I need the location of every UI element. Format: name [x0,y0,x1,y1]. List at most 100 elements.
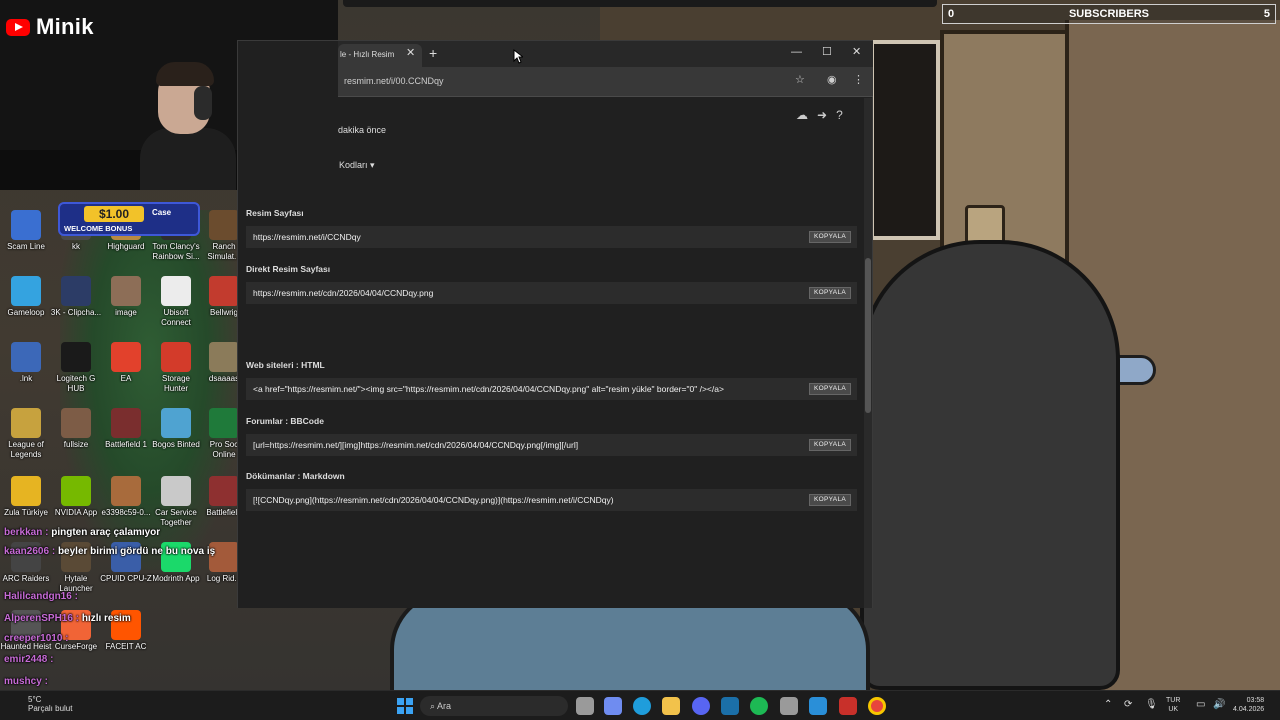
help-icon[interactable]: ? [836,108,843,122]
address-url[interactable]: resmim.net/i/00.CCNDqy [344,76,444,86]
spotify-icon[interactable] [750,697,768,715]
desktop-icon-label: Bellwrig [209,308,238,317]
profile-icon[interactable]: ◉ [827,74,837,86]
app-icon [11,408,41,438]
tab-hizli-resim[interactable]: le - Hızlı Resim ✕ [338,44,422,67]
desktop-icon-label: Pro Soc Online [209,440,239,459]
code-field[interactable]: <a href="https://resmim.net/"><img src="… [246,378,857,400]
desktop-icon[interactable]: Scam Line [0,210,52,252]
desktop-icon[interactable]: Bogos Binted [150,408,202,450]
code-field[interactable]: https://resmim.net/i/CCNDqy KOPYALA [246,226,857,248]
new-tab-button[interactable]: + [429,46,437,60]
file-explorer-icon[interactable] [662,697,680,715]
task-view-icon[interactable] [576,697,594,715]
codes-dropdown[interactable]: Kodları ▾ [339,160,375,171]
volume-icon[interactable]: 🔊 [1213,699,1225,711]
desktop-icon[interactable]: e3398c59-0... [100,476,152,518]
desktop-icon-label: EA [120,374,132,383]
chat-username: Halilcandgn16 : [4,591,78,602]
tray-app-icon[interactable]: ⟳ [1124,699,1132,711]
copy-button[interactable]: KOPYALA [809,439,851,451]
app-icon [209,276,239,306]
app-icon [161,276,191,306]
bonus-amount: $1.00 [84,206,144,222]
desktop-icon-label: 3K - Clipcha... [50,308,102,317]
app-red-icon[interactable] [839,697,857,715]
discord-icon[interactable] [692,697,710,715]
copy-button[interactable]: KOPYALA [809,383,851,395]
desktop-icon[interactable]: image [100,276,152,318]
address-bar[interactable]: resmim.net/i/00.CCNDqy ☆ ◉ ⋮ [338,67,873,97]
desktop-icon-label: Logitech G HUB [56,374,96,393]
bookmark-star-icon[interactable]: ☆ [795,74,805,86]
desktop-icon[interactable]: Car Service Together [150,476,202,528]
copy-button[interactable]: KOPYALA [809,231,851,243]
desktop-icon[interactable]: League of Legends [0,408,52,460]
desktop-icon[interactable]: Logitech G HUB [50,342,102,394]
welcome-bonus-ad[interactable]: $1.00 WELCOME BONUS Case [58,202,200,236]
bonus-brand: Case [152,208,172,217]
copilot-icon[interactable] [604,697,622,715]
code-field-value[interactable]: [![CCNDqy.png](https://resmim.net/cdn/20… [253,495,614,505]
desktop-icon[interactable]: .lnk [0,342,52,384]
app-icon [11,342,41,372]
copy-button[interactable]: KOPYALA [809,494,851,506]
app-icon [161,476,191,506]
desktop-icon[interactable]: EA [100,342,152,384]
page-scrollbar[interactable] [864,98,872,608]
desktop-icon-label: Zula Türkiye [4,508,48,517]
desktop-icon-label: NVIDIA App [54,508,98,517]
desktop-icon[interactable]: Storage Hunter [150,342,202,394]
code-field[interactable]: https://resmim.net/cdn/2026/04/04/CCNDqy… [246,282,857,304]
close-icon[interactable]: ✕ [852,46,861,58]
section-label: Dökümanlar : Markdown [246,471,345,481]
desktop-icon-label: fullsize [63,440,89,449]
store-icon[interactable] [809,697,827,715]
tab-close-icon[interactable]: ✕ [406,48,415,59]
maximize-icon[interactable]: ☐ [822,46,832,58]
app-icon [111,276,141,306]
weather-widget[interactable]: 5°C Parçalı bulut [28,695,72,713]
desktop-icon-label: Ubisoft Connect [161,308,191,327]
wallpaper-poster [870,40,940,240]
taskbar-search[interactable]: ⌕ Ara [420,696,568,716]
system-clock[interactable]: 03:58 4.04.2026 [1233,696,1264,714]
cloud-upload-icon[interactable]: ☁ [796,108,808,122]
chat-text: pingten araç çalamıyor [51,527,161,538]
desktop-icon-label: image [115,308,137,317]
desktop-icon[interactable]: Gameloop [0,276,52,318]
chat-username: AlperenSPH16 : [4,613,80,624]
desktop-icon[interactable]: NVIDIA App [50,476,102,518]
desktop-icon-label: Modrinth App [152,574,200,583]
desktop-icon[interactable]: fullsize [50,408,102,450]
language-indicator[interactable]: TUR UK [1166,696,1180,714]
desktop-icon[interactable]: Zula Türkiye [0,476,52,518]
tray-expand-icon[interactable]: ⌃ [1104,699,1112,711]
chat-message: berkkan : pingten araç çalamıyor [4,527,160,538]
edge-icon[interactable] [633,697,651,715]
microphone-icon[interactable]: 🎙 [1145,699,1158,711]
chat-username: emir2448 : [4,654,54,665]
chrome-icon[interactable] [868,697,886,715]
code-field-value[interactable]: <a href="https://resmim.net/"><img src="… [253,384,724,394]
code-field-value[interactable]: https://resmim.net/i/CCNDqy [253,232,361,242]
copy-button[interactable]: KOPYALA [809,287,851,299]
desktop-icon[interactable]: Ubisoft Connect [150,276,202,328]
minimize-icon[interactable]: — [791,46,802,58]
code-field[interactable]: [url=https://resmim.net/][img]https://re… [246,434,857,456]
desktop-icon-label: FACEIT AC [105,642,147,651]
desktop-icon[interactable]: 3K - Clipcha... [50,276,102,318]
code-field-value[interactable]: https://resmim.net/cdn/2026/04/04/CCNDqy… [253,288,433,298]
settings-icon[interactable] [780,697,798,715]
browser-window: le - Hızlı Resim ✕ + — ☐ ✕ resmim.net/i/… [237,40,873,608]
browser-menu-icon[interactable]: ⋮ [853,74,864,86]
network-icon[interactable]: ▭ [1196,699,1205,711]
steam-icon[interactable] [721,697,739,715]
code-field[interactable]: [![CCNDqy.png](https://resmim.net/cdn/20… [246,489,857,511]
scrollbar-thumb[interactable] [865,258,871,413]
start-button[interactable] [397,698,413,714]
desktop-icon-label: Scam Line [7,242,45,251]
login-icon[interactable]: ➜ [817,108,827,122]
code-field-value[interactable]: [url=https://resmim.net/][img]https://re… [253,440,578,450]
desktop-icon[interactable]: Battlefield 1 [100,408,152,450]
